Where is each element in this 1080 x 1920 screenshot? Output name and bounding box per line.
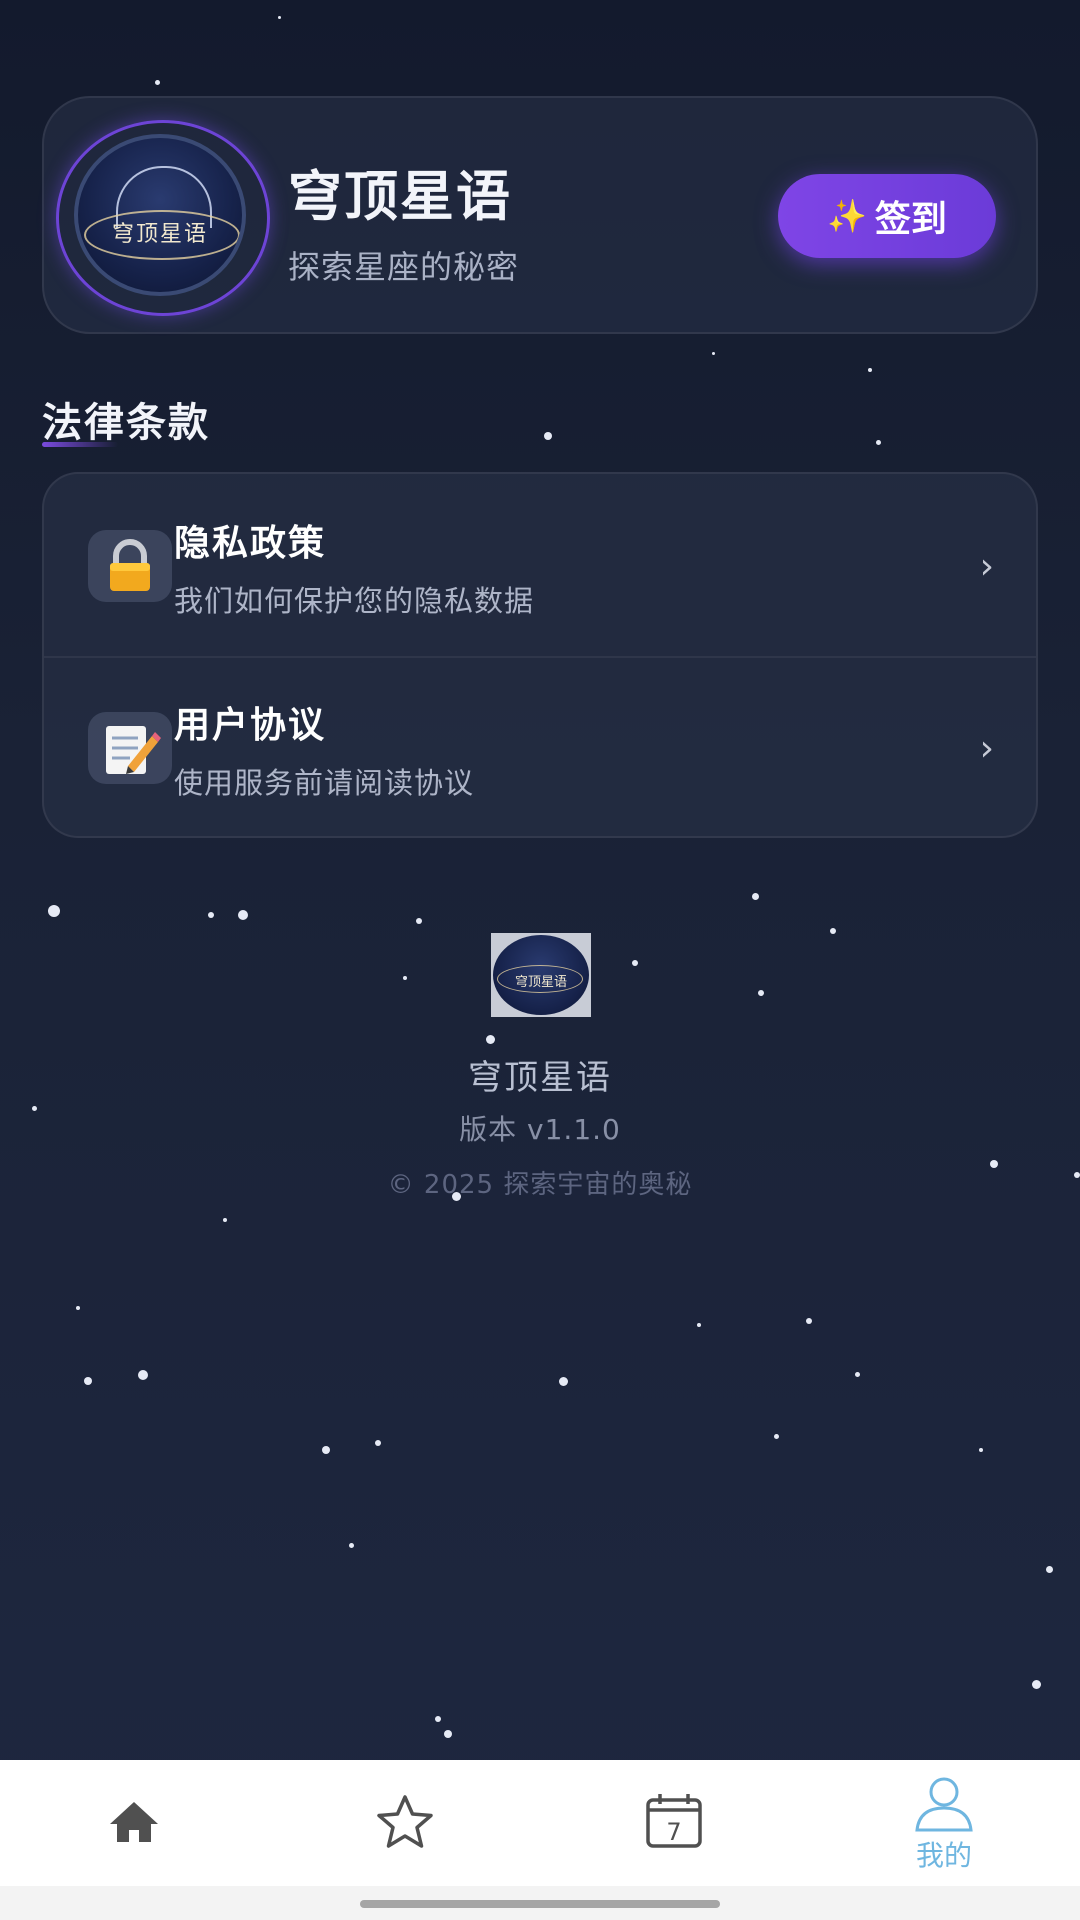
nav-label-profile: 我的 — [915, 1839, 972, 1872]
item-title: 用户协议 — [174, 705, 327, 746]
footer-app-name: 穹顶星语 — [468, 1058, 612, 1098]
chevron-right-icon: › — [979, 728, 994, 769]
home-icon — [110, 1802, 158, 1842]
chevron-right-icon: › — [979, 546, 994, 587]
star-icon — [377, 1795, 433, 1848]
version-text: 版本 v1.1.0 — [459, 1113, 621, 1146]
list-item-privacy-policy[interactable]: 隐私政策 我们如何保护您的隐私数据 › — [44, 474, 1036, 658]
item-title: 隐私政策 — [174, 523, 327, 564]
nav-tab-favorites[interactable] — [343, 1760, 463, 1886]
app-subtitle: 探索星座的秘密 — [288, 248, 520, 286]
item-description: 我们如何保护您的隐私数据 — [174, 584, 535, 618]
bottom-navigation: 7 我的 — [0, 1760, 1080, 1886]
memo-icon — [106, 726, 161, 774]
user-icon — [915, 1777, 973, 1832]
nav-tab-profile[interactable]: 我的 — [884, 1760, 1004, 1886]
nav-tab-calendar[interactable]: 7 — [614, 1760, 734, 1886]
footer-logo: 穹顶星语 — [491, 933, 591, 1017]
svg-text:7: 7 — [666, 1818, 681, 1846]
section-title: 法律条款 — [42, 400, 210, 446]
home-gesture-bar[interactable] — [360, 1900, 720, 1908]
item-description: 使用服务前请阅读协议 — [174, 766, 475, 800]
checkin-label: 签到 — [874, 199, 947, 240]
footer-logo-text: 穹顶星语 — [514, 975, 567, 990]
logo-text: 穹顶星语 — [111, 222, 208, 247]
copyright-text: © 2025 探索宇宙的奥秘 — [387, 1170, 693, 1200]
list-item-user-agreement[interactable]: 用户协议 使用服务前请阅读协议 › — [44, 656, 1036, 836]
legal-list-card: 隐私政策 我们如何保护您的隐私数据 › 用户协议 使用服务前请阅读协议 › — [42, 472, 1038, 838]
app-title: 穹顶星语 — [288, 165, 512, 228]
lock-icon-box — [88, 530, 172, 602]
checkin-button[interactable]: ✨ 签到 — [778, 174, 996, 258]
section-title-underline — [42, 442, 118, 447]
sparkles-icon: ✨ — [827, 197, 867, 235]
calendar-icon: 7 — [646, 1794, 702, 1848]
app-logo: 穹顶星语 — [74, 134, 246, 296]
lock-icon — [110, 539, 150, 591]
nav-tab-home[interactable] — [74, 1760, 194, 1886]
memo-icon-box — [88, 712, 172, 784]
